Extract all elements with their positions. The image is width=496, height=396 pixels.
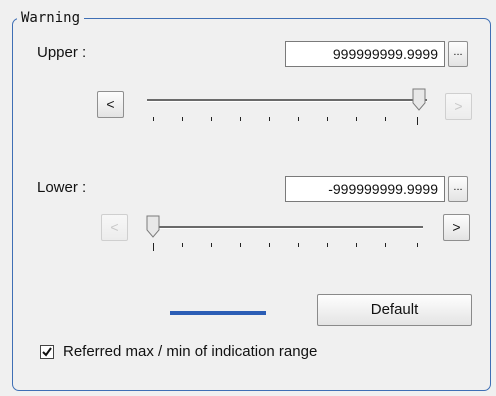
warning-color-indicator [170, 311, 266, 315]
upper-slider-track[interactable] [147, 99, 427, 102]
lower-decrement-button[interactable]: < [101, 214, 128, 241]
lower-browse-button[interactable]: ... [448, 176, 468, 202]
upper-browse-button[interactable]: ... [448, 41, 468, 67]
lower-value-field[interactable]: -999999999.9999 [285, 176, 445, 202]
warning-group [12, 18, 491, 391]
lower-slider-track[interactable] [147, 226, 423, 229]
slider-thumb-icon [146, 215, 160, 238]
upper-increment-button[interactable]: > [445, 93, 472, 120]
upper-label: Upper : [37, 44, 87, 61]
referred-range-label[interactable]: Referred max / min of indication range [63, 343, 317, 361]
lower-increment-button[interactable]: > [443, 214, 470, 241]
upper-slider-thumb[interactable] [412, 88, 426, 112]
lower-slider-thumb[interactable] [146, 215, 160, 239]
warning-group-title: Warning [17, 9, 85, 27]
upper-value-field[interactable]: 999999999.9999 [285, 41, 445, 67]
lower-slider-ticks [153, 243, 421, 251]
checkmark-icon [42, 347, 52, 357]
referred-range-checkbox[interactable] [40, 345, 54, 359]
lower-label: Lower : [37, 179, 87, 196]
slider-thumb-icon [412, 88, 426, 111]
upper-decrement-button[interactable]: < [97, 91, 124, 118]
upper-slider-ticks [153, 117, 421, 125]
default-button[interactable]: Default [317, 294, 472, 326]
